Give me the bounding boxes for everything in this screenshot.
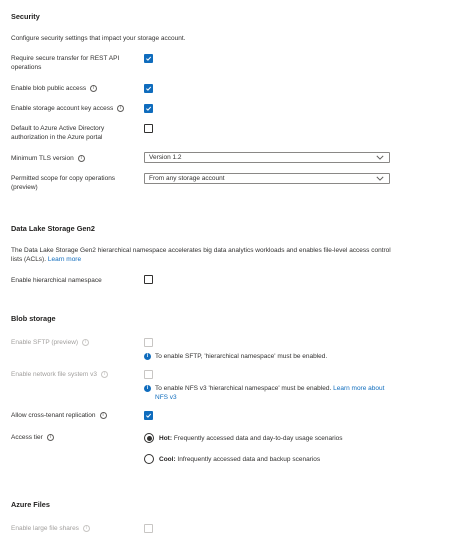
info-icon[interactable]: i	[99, 412, 107, 419]
hierarchical-namespace-label: Enable hierarchical namespace	[11, 277, 102, 284]
access-tier-hot-desc: Frequently accessed data and day-to-day …	[173, 434, 343, 442]
info-filled-icon: i	[144, 385, 151, 392]
checkmark-icon	[146, 106, 152, 111]
nfs-note-body: To enable NFS v3 'hierarchical namespace…	[155, 384, 399, 402]
sftp-note-text: To enable SFTP, 'hierarchical namespace'…	[155, 353, 328, 360]
checkmark-icon	[146, 413, 152, 418]
access-tier-hot-name: Hot:	[159, 434, 172, 442]
radio-hot[interactable]	[144, 433, 154, 443]
checkmark-icon	[146, 56, 152, 61]
info-icon[interactable]: i	[46, 434, 54, 441]
copy-scope-label: Permitted scope for copy operations (pre…	[11, 175, 116, 191]
copy-scope-dropdown[interactable]: From any storage account	[144, 173, 390, 184]
sftp-note: i To enable SFTP, 'hierarchical namespac…	[144, 352, 404, 361]
large-file-shares-row: Enable large file shares i	[11, 524, 90, 533]
enable-blob-public-access-checkbox[interactable]	[144, 84, 153, 93]
access-tier-option-cool[interactable]: Cool: Infrequently accessed data and bac…	[144, 454, 320, 464]
access-tier-cool-name: Cool:	[159, 455, 176, 463]
require-secure-transfer-label: Require secure transfer for REST API ope…	[11, 55, 120, 71]
info-filled-icon: i	[144, 353, 151, 360]
chevron-down-icon	[375, 153, 385, 163]
enable-account-key-access-row: Enable storage account key access i	[11, 104, 125, 113]
large-file-shares-label: Enable large file shares	[11, 525, 79, 532]
checkmark-icon	[146, 86, 152, 91]
large-file-shares-checkbox[interactable]	[144, 524, 153, 533]
enable-blob-public-access-label: Enable blob public access	[11, 85, 87, 92]
data-lake-heading: Data Lake Storage Gen2	[11, 224, 95, 233]
nfs-label: Enable network file system v3	[11, 371, 97, 378]
info-icon[interactable]: i	[117, 105, 125, 112]
info-icon[interactable]: i	[82, 525, 90, 532]
nfs-note: i To enable NFS v3 'hierarchical namespa…	[144, 384, 399, 402]
cross-tenant-row: Allow cross-tenant replication i	[11, 411, 107, 420]
nfs-row: Enable network file system v3 i	[11, 370, 108, 379]
info-icon[interactable]: i	[100, 371, 108, 378]
enable-account-key-access-checkbox[interactable]	[144, 104, 153, 113]
learn-more-link[interactable]: Learn more	[48, 256, 81, 263]
access-tier-option-hot[interactable]: Hot: Frequently accessed data and day-to…	[144, 433, 343, 443]
default-aad-auth-label: Default to Azure Active Directory author…	[11, 125, 105, 141]
min-tls-dropdown[interactable]: Version 1.2	[144, 152, 390, 163]
radio-cool[interactable]	[144, 454, 154, 464]
enable-blob-public-access-row: Enable blob public access i	[11, 84, 98, 93]
info-icon[interactable]: i	[90, 85, 98, 92]
min-tls-label: Minimum TLS version	[11, 155, 74, 162]
data-lake-description: The Data Lake Storage Gen2 hierarchical …	[11, 246, 401, 264]
copy-scope-value: From any storage account	[149, 175, 225, 182]
security-heading: Security	[11, 12, 40, 21]
access-tier-hot-text: Hot: Frequently accessed data and day-to…	[159, 434, 343, 443]
sftp-row: Enable SFTP (preview) i	[11, 338, 90, 347]
access-tier-row: Access tier i	[11, 433, 54, 442]
access-tier-label: Access tier	[11, 434, 43, 441]
chevron-down-icon	[375, 174, 385, 184]
default-aad-auth-checkbox[interactable]	[144, 124, 153, 133]
nfs-note-text: To enable NFS v3 'hierarchical namespace…	[155, 385, 332, 392]
hierarchical-namespace-checkbox[interactable]	[144, 275, 153, 284]
access-tier-cool-text: Cool: Infrequently accessed data and bac…	[159, 455, 320, 464]
sftp-label: Enable SFTP (preview)	[11, 339, 79, 346]
security-description: Configure security settings that impact …	[11, 35, 186, 42]
cross-tenant-label: Allow cross-tenant replication	[11, 412, 96, 419]
access-tier-cool-desc: Infrequently accessed data and backup sc…	[177, 455, 321, 463]
blob-storage-heading: Blob storage	[11, 314, 56, 323]
min-tls-row: Minimum TLS version i	[11, 154, 85, 163]
info-icon[interactable]: i	[77, 155, 85, 162]
min-tls-value: Version 1.2	[149, 154, 182, 161]
azure-files-heading: Azure Files	[11, 500, 50, 509]
sftp-checkbox[interactable]	[144, 338, 153, 347]
require-secure-transfer-checkbox[interactable]	[144, 54, 153, 63]
enable-account-key-access-label: Enable storage account key access	[11, 105, 114, 112]
cross-tenant-checkbox[interactable]	[144, 411, 153, 420]
nfs-checkbox[interactable]	[144, 370, 153, 379]
info-icon[interactable]: i	[82, 339, 90, 346]
radio-dot	[146, 435, 152, 441]
